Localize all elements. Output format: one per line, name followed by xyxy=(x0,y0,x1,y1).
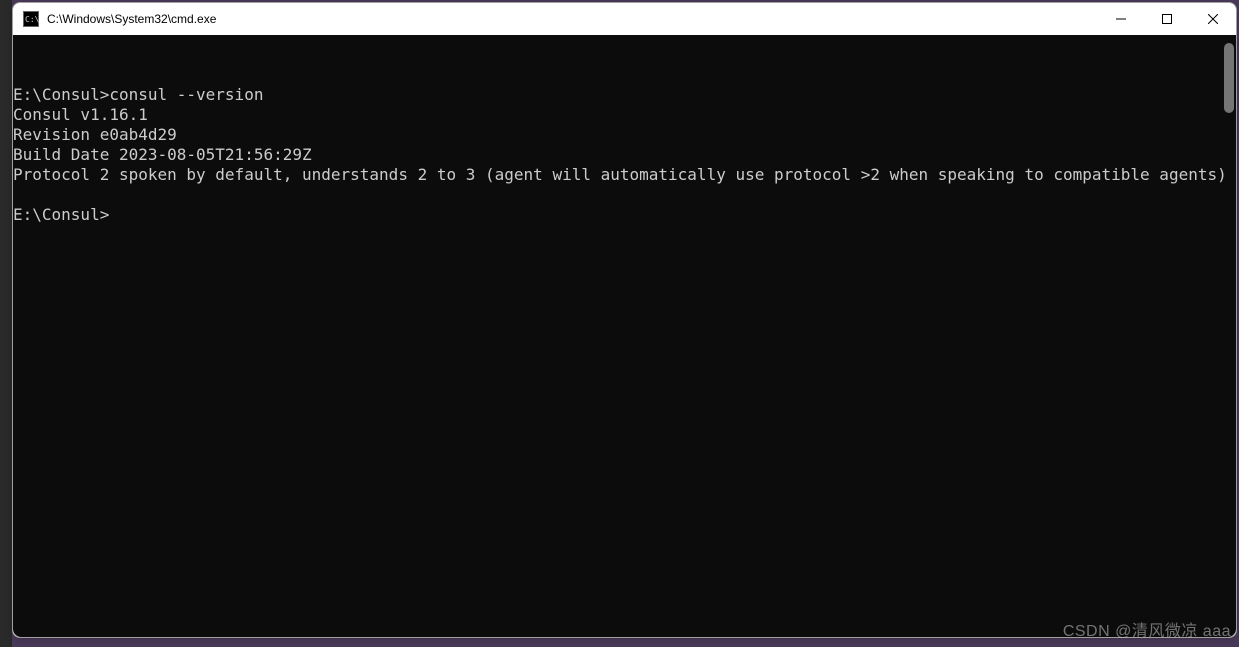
window-title: C:\Windows\System32\cmd.exe xyxy=(47,12,1098,26)
cmd-icon-label: C:\ xyxy=(25,15,39,24)
prompt: E:\Consul> xyxy=(13,205,109,224)
maximize-icon xyxy=(1162,14,1172,24)
prompt: E:\Consul> xyxy=(13,85,109,104)
output-line: Build Date 2023-08-05T21:56:29Z xyxy=(13,145,312,164)
close-icon xyxy=(1208,14,1218,24)
output-line: Revision e0ab4d29 xyxy=(13,125,177,144)
command-text: consul --version xyxy=(109,85,263,104)
terminal-body[interactable]: E:\Consul>consul --version Consul v1.16.… xyxy=(13,35,1236,637)
titlebar[interactable]: C:\ C:\Windows\System32\cmd.exe xyxy=(13,3,1236,35)
close-button[interactable] xyxy=(1190,3,1236,35)
maximize-button[interactable] xyxy=(1144,3,1190,35)
minimize-icon xyxy=(1116,14,1126,24)
scrollbar-thumb[interactable] xyxy=(1224,43,1234,113)
cmd-window: C:\ C:\Windows\System32\cmd.exe E:\Consu… xyxy=(12,2,1237,638)
minimize-button[interactable] xyxy=(1098,3,1144,35)
cmd-icon: C:\ xyxy=(23,11,39,27)
output-line: Consul v1.16.1 xyxy=(13,105,148,124)
window-controls xyxy=(1098,3,1236,35)
terminal-content: E:\Consul>consul --version Consul v1.16.… xyxy=(13,75,1236,225)
background-strip xyxy=(0,0,12,647)
output-line: Protocol 2 spoken by default, understand… xyxy=(13,165,1227,184)
